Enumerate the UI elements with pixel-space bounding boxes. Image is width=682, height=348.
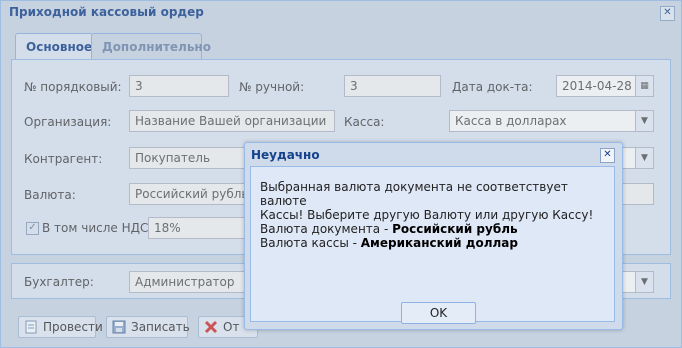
ok-button[interactable]: OK <box>401 302 476 324</box>
message-line-1: Выбранная валюта документа не соответств… <box>260 180 568 208</box>
dialog-message: Выбранная валюта документа не соответств… <box>260 180 614 250</box>
doc-currency-value: Российский рубль <box>392 222 518 236</box>
error-dialog: Неудачно ✕ Выбранная валюта документа не… <box>244 142 623 330</box>
message-line-4: Валюта кассы - Американский доллар <box>260 236 614 250</box>
doc-currency-prefix: Валюта документа - <box>260 222 393 236</box>
dialog-body: Выбранная валюта документа не соответств… <box>250 166 615 324</box>
message-line-3: Валюта документа - Российский рубль <box>260 222 614 236</box>
cash-currency-value: Американский доллар <box>360 236 518 250</box>
dialog-close-icon[interactable]: ✕ <box>600 148 615 163</box>
message-line-2: Кассы! Выберите другую Валюту или другую… <box>260 208 594 222</box>
cash-currency-prefix: Валюта кассы - <box>260 236 361 250</box>
dialog-title: Неудачно <box>251 148 320 162</box>
